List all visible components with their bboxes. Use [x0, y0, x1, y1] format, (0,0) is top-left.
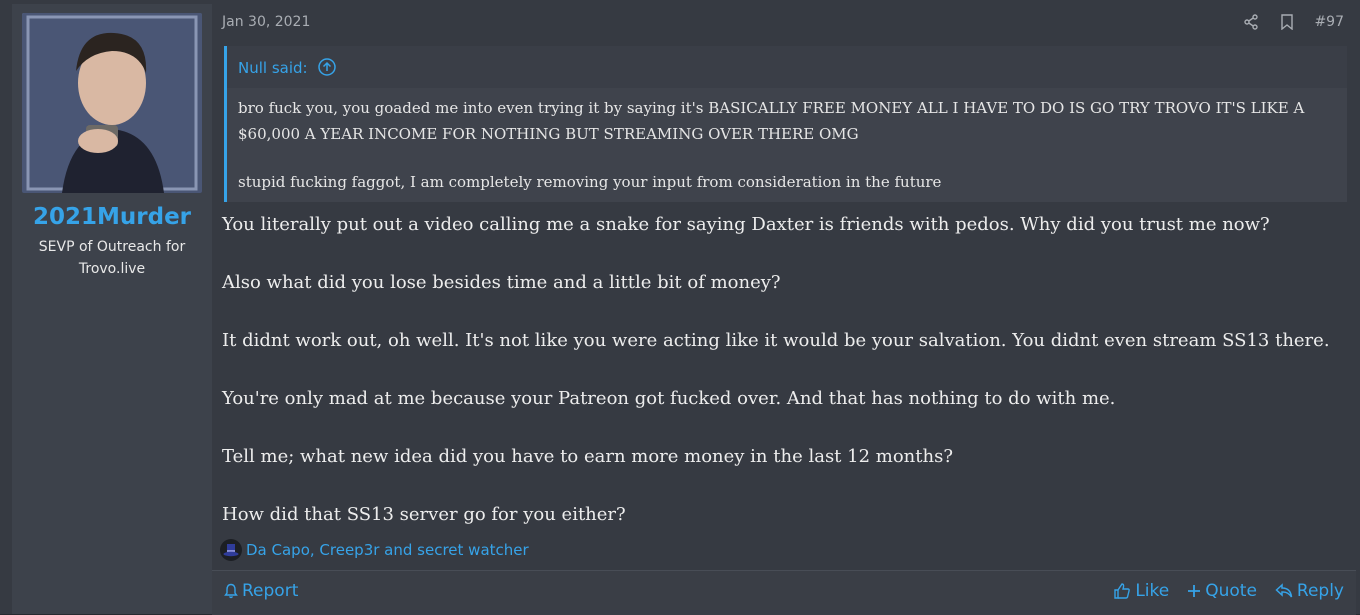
top-hat-icon [220, 539, 242, 561]
thumbs-up-icon [1113, 582, 1131, 600]
quote-paragraph: stupid fucking faggot, I am completely r… [238, 173, 942, 191]
username[interactable]: 2021Murder [12, 204, 212, 230]
report-label: Report [242, 581, 299, 601]
body-paragraph: You're only mad at me because your Patre… [222, 388, 1116, 409]
quote-label: Quote [1205, 581, 1257, 601]
bell-icon [224, 583, 238, 599]
plus-icon [1187, 584, 1201, 598]
quote-body: bro fuck you, you goaded me into even tr… [238, 95, 1337, 195]
like-label: Like [1135, 581, 1170, 601]
reactions-bar[interactable]: Da Capo, Creep3r and secret watcher [220, 539, 529, 561]
bookmark-icon[interactable] [1278, 13, 1296, 31]
post-container: 2021Murder SEVP of Outreach for Trovo.li… [0, 0, 1360, 615]
post-number[interactable]: #97 [1314, 14, 1344, 30]
footer-actions: Like Quote Reply [1113, 581, 1344, 601]
report-button[interactable]: Report [224, 581, 298, 601]
reply-button[interactable]: Reply [1275, 581, 1344, 601]
quote-header: Null said: [227, 46, 1347, 88]
quote-author[interactable]: Null said: [238, 58, 337, 80]
quote-block: Null said: bro fuck you, you goaded me i… [224, 46, 1347, 202]
quote-button[interactable]: Quote [1187, 581, 1257, 601]
reactions-users[interactable]: Da Capo, Creep3r and secret watcher [246, 541, 529, 559]
reply-label: Reply [1296, 581, 1344, 601]
avatar[interactable] [22, 13, 202, 193]
user-sidebar: 2021Murder SEVP of Outreach for Trovo.li… [12, 4, 212, 614]
post-footer: Report Like Quote Reply [212, 570, 1356, 615]
body-paragraph: How did that SS13 server go for you eith… [222, 504, 626, 525]
post-main: Jan 30, 2021 #97 Null said: bro fuck you… [212, 4, 1356, 615]
body-paragraph: Also what did you lose besides time and … [222, 272, 781, 293]
post-body: You literally put out a video calling me… [222, 212, 1347, 560]
share-icon[interactable] [1242, 13, 1260, 31]
like-button[interactable]: Like [1113, 581, 1169, 601]
reply-icon [1275, 583, 1293, 599]
post-date[interactable]: Jan 30, 2021 [222, 14, 310, 30]
quote-paragraph: bro fuck you, you goaded me into even tr… [238, 99, 1305, 143]
quote-author-label: Null said: [238, 59, 308, 77]
avatar-image [22, 13, 202, 193]
quote-up-icon[interactable] [318, 58, 337, 80]
user-title: SEVP of Outreach for Trovo.live [38, 239, 186, 277]
body-paragraph: It didnt work out, oh well. It's not lik… [222, 330, 1330, 351]
body-paragraph: You literally put out a video calling me… [222, 214, 1270, 235]
post-actions: #97 [1242, 13, 1344, 31]
body-paragraph: Tell me; what new idea did you have to e… [222, 446, 953, 467]
